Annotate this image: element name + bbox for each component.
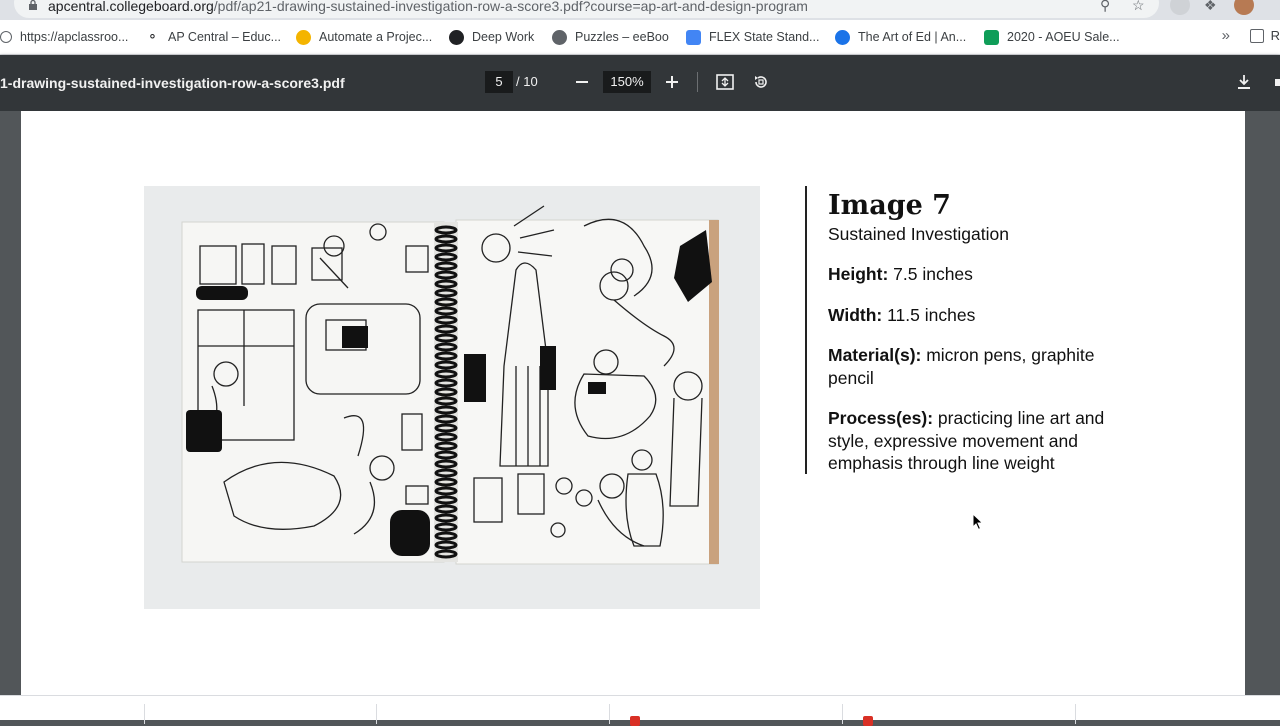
page-number-input[interactable]: 5 xyxy=(485,71,513,93)
document-title: 1-drawing-sustained-investigation-row-a-… xyxy=(0,75,345,91)
width-info: Width: 11.5 inches xyxy=(828,304,1128,327)
zoom-out-button[interactable] xyxy=(569,69,595,95)
star-icon[interactable]: ☆ xyxy=(1132,0,1145,14)
width-value: 11.5 inches xyxy=(882,304,976,325)
download-item[interactable] xyxy=(145,704,377,724)
eye-icon xyxy=(449,29,464,45)
pdf-file-icon xyxy=(630,716,640,726)
bookmark-item[interactable]: Automate a Projec... xyxy=(296,28,432,46)
materials-label: Material(s): xyxy=(828,345,922,365)
docs-icon xyxy=(686,29,701,45)
globe-icon xyxy=(552,29,567,45)
acorn-icon: ⚬ xyxy=(147,29,158,44)
zoom-search-icon[interactable]: ⚲ xyxy=(1100,0,1110,14)
image-subheading: Sustained Investigation xyxy=(828,224,1009,244)
height-value: 7.5 inches xyxy=(888,264,973,284)
pdf-toolbar: 1-drawing-sustained-investigation-row-a-… xyxy=(0,55,1280,111)
avatar[interactable] xyxy=(1234,0,1254,15)
bookmark-label: AP Central – Educ... xyxy=(168,30,282,44)
download-item[interactable] xyxy=(0,704,145,724)
divider-line xyxy=(805,186,807,474)
url-text[interactable]: apcentral.collegeboard.org/pdf/ap21-draw… xyxy=(48,0,808,14)
download-icon xyxy=(1238,75,1250,89)
bookmark-label: The Art of Ed | An... xyxy=(858,30,967,44)
art-icon xyxy=(835,29,850,45)
bookmark-item[interactable]: https://apclassroo... xyxy=(0,28,128,46)
zoom-input[interactable]: 150% xyxy=(603,71,651,93)
bookmark-item[interactable]: The Art of Ed | An... xyxy=(835,28,966,46)
bookmark-label: Puzzles – eeBoo xyxy=(575,30,669,44)
print-button[interactable] xyxy=(1268,69,1280,95)
download-item[interactable] xyxy=(377,704,610,724)
height-label: Height: xyxy=(828,264,889,284)
url-path: /pdf/ap21-drawing-sustained-investigatio… xyxy=(213,0,808,14)
page-total: / 10 xyxy=(516,74,538,89)
bookmark-item[interactable]: ⚬ AP Central – Educ... xyxy=(145,28,281,46)
sketchbook-image xyxy=(144,186,760,609)
fit-page-icon xyxy=(716,74,734,90)
download-item[interactable] xyxy=(610,704,843,726)
process-info: Process(es): practicing line art and sty… xyxy=(828,407,1128,475)
globe-icon xyxy=(0,31,12,43)
image-info-panel: Image 7 Sustained Investigation Height: … xyxy=(828,189,1128,493)
reading-list-label[interactable]: R xyxy=(1271,28,1280,43)
download-item[interactable] xyxy=(843,704,1076,726)
bookmark-label: https://apclassroo... xyxy=(20,30,129,44)
zoom-in-button[interactable] xyxy=(659,69,685,95)
bookmark-item[interactable]: Puzzles – eeBoo xyxy=(552,28,669,46)
globe-icon xyxy=(296,29,311,45)
pinterest-extension-icon[interactable] xyxy=(1170,0,1190,15)
minus-icon xyxy=(576,81,588,83)
bookmark-item[interactable]: 2020 - AOEU Sale... xyxy=(984,28,1120,46)
url-host: apcentral.collegeboard.org xyxy=(48,0,214,14)
plus-icon xyxy=(666,76,678,88)
download-button[interactable] xyxy=(1231,69,1257,95)
image-heading: Image 7 xyxy=(828,190,951,221)
height-info: Height: 7.5 inches xyxy=(828,263,1128,286)
fit-to-page-button[interactable] xyxy=(712,69,738,95)
pdf-file-icon xyxy=(863,716,873,726)
mouse-cursor-icon xyxy=(972,513,984,531)
bookmarks-bar: https://apclassroo... ⚬ AP Central – Edu… xyxy=(0,20,1280,55)
bookmarks-overflow-button[interactable]: » xyxy=(1222,27,1230,44)
puzzle-extensions-icon[interactable]: ❖ xyxy=(1204,0,1217,14)
bookmark-label: FLEX State Stand... xyxy=(709,30,820,44)
downloads-shelf xyxy=(0,695,1280,726)
pdf-page: Image 7 Sustained Investigation Height: … xyxy=(21,111,1245,695)
width-label: Width: xyxy=(828,304,883,325)
sheets-icon xyxy=(984,29,999,45)
bookmark-label: Deep Work xyxy=(472,30,535,44)
sketchbook-illustration xyxy=(144,186,760,609)
process-label: Process(es): xyxy=(828,408,934,428)
print-icon xyxy=(1275,79,1280,86)
reading-list-icon[interactable] xyxy=(1250,29,1264,43)
lock-icon[interactable] xyxy=(28,0,38,10)
bookmark-item[interactable]: FLEX State Stand... xyxy=(686,28,819,46)
rotate-icon xyxy=(755,76,767,88)
bookmark-label: 2020 - AOEU Sale... xyxy=(1007,30,1120,44)
bookmark-label: Automate a Projec... xyxy=(319,30,433,44)
address-bar-area: apcentral.collegeboard.org/pdf/ap21-draw… xyxy=(0,0,1280,20)
toolbar-separator xyxy=(697,72,698,92)
materials-info: Material(s): micron pens, graphite penci… xyxy=(828,344,1128,389)
pdf-viewer[interactable]: Image 7 Sustained Investigation Height: … xyxy=(0,111,1280,695)
bookmark-item[interactable]: Deep Work xyxy=(449,28,534,46)
rotate-button[interactable] xyxy=(748,69,774,95)
